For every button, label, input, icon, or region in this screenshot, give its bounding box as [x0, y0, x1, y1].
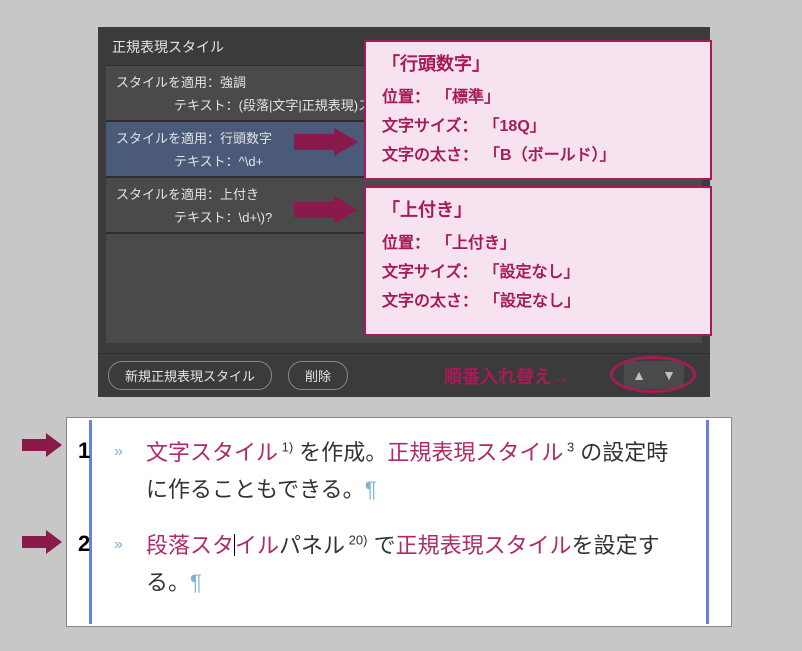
indent-marker-icon: » — [114, 531, 123, 558]
text-label: テキスト： — [174, 210, 239, 225]
text-value: \d+\)? — [239, 210, 273, 225]
text-editor-body[interactable]: 1»文字スタイル 1) を作成。正規表現スタイル 3 の設定時に作ることもできる… — [89, 420, 709, 624]
callout-val: 「設定なし」 — [478, 264, 580, 281]
callout-title: 「行頭数字」 — [382, 50, 694, 76]
apply-value: 行頭数字 — [220, 131, 272, 146]
indent-marker-icon: » — [114, 438, 123, 465]
styled-text: イル — [235, 533, 279, 558]
text-label: テキスト： — [174, 98, 239, 113]
superscript-text: 1) — [278, 440, 293, 455]
callout-val: 「設定なし」 — [478, 293, 580, 310]
callout-key: 位置： — [382, 235, 430, 252]
body-text: パネル — [279, 533, 345, 558]
styled-text: 段落スタ — [146, 533, 234, 558]
styled-text: 正規表現スタイル — [396, 533, 572, 558]
pilcrow-icon: ¶ — [190, 570, 202, 595]
reorder-label: 順番入れ替え→ — [444, 363, 570, 389]
body-text: を作成。 — [293, 440, 387, 465]
apply-value: 強調 — [220, 75, 246, 90]
superscript-text: 20) — [345, 532, 367, 547]
text-label: テキスト： — [174, 154, 239, 169]
callout-key: 位置： — [382, 89, 430, 106]
text-value: ^\d+ — [239, 154, 264, 169]
styled-text: 文字スタイル — [146, 440, 278, 465]
paragraph[interactable]: 2»段落スタイルパネル 20) で正規表現スタイルを設定する。¶ — [110, 527, 688, 602]
callout-title: 「上付き」 — [382, 196, 694, 222]
pilcrow-icon: ¶ — [365, 477, 377, 502]
leading-number: 1 — [78, 432, 90, 469]
callout-val: 「標準」 — [430, 89, 500, 106]
text-value: (段落|文字|正規表現)スタ — [239, 98, 384, 113]
callout-key: 文字サイズ： — [382, 118, 478, 135]
apply-label: スタイルを適用： — [116, 75, 220, 90]
apply-value: 上付き — [220, 187, 259, 202]
apply-label: スタイルを適用： — [116, 131, 220, 146]
callout-key: 文字サイズ： — [382, 264, 478, 281]
callout-leading-digit: 「行頭数字」 位置：「標準」 文字サイズ：「18Q」 文字の太さ：「B（ボールド… — [364, 40, 712, 180]
new-regex-style-button[interactable]: 新規正規表現スタイル — [108, 361, 272, 390]
callout-val: 「上付き」 — [430, 235, 516, 252]
text-editor[interactable]: 1»文字スタイル 1) を作成。正規表現スタイル 3 の設定時に作ることもできる… — [66, 417, 732, 627]
callout-val: 「18Q」 — [478, 118, 546, 135]
superscript-text: 3 — [563, 440, 574, 455]
body-text: で — [367, 533, 395, 558]
callout-key: 文字の太さ： — [382, 147, 478, 164]
callout-superscript: 「上付き」 位置：「上付き」 文字サイズ：「設定なし」 文字の太さ：「設定なし」 — [364, 186, 712, 336]
apply-label: スタイルを適用： — [116, 187, 220, 202]
callout-key: 文字の太さ： — [382, 293, 478, 310]
paragraph[interactable]: 1»文字スタイル 1) を作成。正規表現スタイル 3 の設定時に作ることもできる… — [110, 434, 688, 509]
annotation-oval — [610, 356, 696, 393]
panel-footer: 新規正規表現スタイル 削除 順番入れ替え→ ▲ ▼ — [98, 353, 710, 397]
leading-number: 2 — [78, 525, 90, 562]
delete-button[interactable]: 削除 — [288, 361, 348, 390]
callout-val: 「B（ボールド）」 — [478, 147, 616, 164]
styled-text: 正規表現スタイル — [387, 440, 563, 465]
